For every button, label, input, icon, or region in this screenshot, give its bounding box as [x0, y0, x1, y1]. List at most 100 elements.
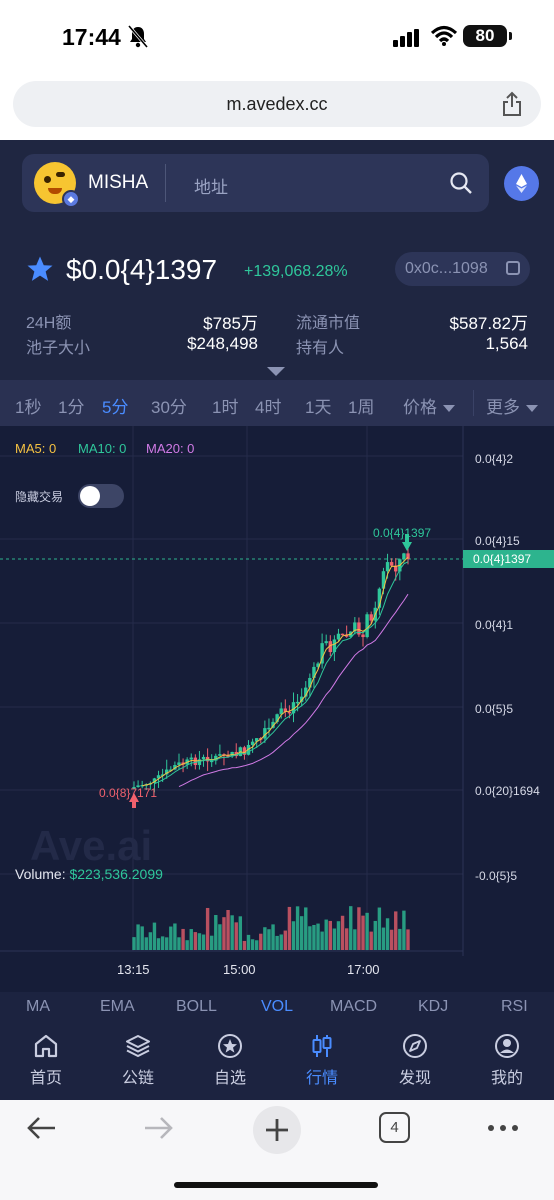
volume-bar — [185, 940, 189, 950]
copy-icon[interactable] — [506, 261, 520, 275]
volume-bar — [381, 927, 386, 950]
volume-bar — [201, 934, 206, 950]
volume-bar — [144, 937, 148, 950]
y-tick-label: 0.0{20}1694 — [475, 784, 540, 798]
tf-1h[interactable]: 1时 — [212, 393, 238, 418]
tf-5m[interactable]: 5分 — [102, 393, 128, 418]
volume-bar — [250, 939, 255, 950]
more-dots-icon[interactable] — [487, 1124, 519, 1132]
volume-bar — [189, 929, 193, 950]
price-section: $0.0{4}1397 +139,068.28% 0x0c...1098 24H… — [0, 226, 554, 357]
volume-bar — [299, 916, 304, 950]
candle-body — [218, 754, 222, 756]
volume-bar — [136, 924, 140, 950]
home-indicator — [174, 1182, 378, 1188]
share-icon[interactable] — [501, 91, 523, 117]
candle-body — [250, 741, 255, 745]
plus-icon — [266, 1119, 288, 1141]
indicator-kdj[interactable]: KDJ — [418, 998, 448, 1014]
volume-bar — [353, 929, 357, 950]
candle-body — [201, 756, 206, 760]
battery-indicator: 80 — [463, 25, 507, 47]
volume-bar — [336, 921, 341, 950]
more-menu[interactable]: 更多 — [486, 393, 538, 418]
nav-discover[interactable]: 发现 — [380, 1032, 450, 1088]
volume-bar — [308, 926, 312, 950]
indicator-ema[interactable]: EMA — [100, 998, 135, 1014]
forward-arrow-icon[interactable] — [143, 1114, 175, 1142]
expand-stats-caret-icon[interactable] — [267, 367, 285, 376]
stat-value-24h-volume: $785万 — [203, 314, 258, 333]
candle-body — [365, 614, 369, 638]
volume-bar — [263, 927, 267, 950]
volume-bar — [385, 918, 390, 950]
browser-toolbar: 4 — [0, 1100, 554, 1200]
volume-bar — [377, 907, 382, 950]
volume-bar — [165, 937, 169, 950]
chain-switch-button[interactable] — [504, 166, 539, 201]
hide-trades-toggle[interactable] — [78, 484, 124, 508]
candle-body — [340, 633, 345, 636]
token-avatar: ◆ — [34, 162, 80, 208]
compass-icon — [403, 1034, 427, 1058]
volume-bar — [398, 928, 402, 950]
ma20-label: MA20: 0 — [146, 441, 195, 456]
signal-icon — [393, 29, 419, 47]
volume-label: Volume: $223,536.2099 — [15, 866, 163, 882]
volume-bar — [344, 928, 349, 950]
candle-body — [193, 757, 198, 766]
contract-address-button[interactable]: 0x0c...1098 — [395, 252, 530, 286]
stat-label-circ-mcap: 流通市值 — [296, 315, 361, 332]
volume-bar — [181, 928, 185, 950]
volume-bar — [389, 929, 394, 950]
nav-market-label: 行情 — [305, 1070, 338, 1087]
tf-1w[interactable]: 1周 — [348, 393, 374, 418]
tf-1d[interactable]: 1天 — [305, 393, 331, 418]
volume-bar — [242, 940, 247, 950]
volume-bar — [222, 917, 226, 950]
nav-profile[interactable]: 我的 — [472, 1032, 542, 1088]
nav-home[interactable]: 首页 — [11, 1032, 81, 1088]
favorite-star-icon[interactable] — [25, 254, 55, 284]
indicator-vol[interactable]: VOL — [261, 998, 293, 1014]
tf-30m[interactable]: 30分 — [151, 393, 187, 418]
token-name: MISHA — [88, 172, 149, 193]
x-tick-label: 13:15 — [117, 962, 150, 977]
x-tick-label: 15:00 — [223, 962, 256, 977]
indicator-macd[interactable]: MACD — [330, 998, 377, 1014]
price-menu[interactable]: 价格 — [403, 393, 455, 418]
indicator-rsi[interactable]: RSI — [501, 998, 528, 1014]
address-search-input[interactable]: 地址 — [194, 173, 228, 198]
eth-chain-badge-icon: ◆ — [62, 190, 80, 208]
more-menu-label: 更多 — [486, 398, 520, 417]
tf-1s[interactable]: 1秒 — [15, 393, 41, 418]
volume-bar — [148, 932, 153, 950]
indicator-ma[interactable]: MA — [26, 998, 50, 1014]
nav-market[interactable]: 行情 — [287, 1032, 357, 1088]
volume-bar — [160, 936, 165, 950]
tf-4h[interactable]: 4时 — [255, 393, 281, 418]
indicator-boll[interactable]: BOLL — [176, 998, 217, 1014]
new-tab-button[interactable] — [253, 1106, 301, 1154]
back-arrow-icon[interactable] — [25, 1114, 57, 1142]
search-icon[interactable] — [449, 171, 473, 195]
candle-body — [287, 711, 292, 714]
nav-chains[interactable]: 公链 — [103, 1032, 173, 1088]
tabs-button[interactable]: 4 — [379, 1112, 410, 1143]
url-field[interactable]: m.avedex.cc — [13, 81, 541, 127]
volume-bar — [267, 929, 271, 950]
star-circle-icon — [218, 1034, 242, 1058]
nav-watchlist-label: 自选 — [213, 1070, 246, 1087]
volume-bar — [283, 930, 288, 950]
battery-tip — [509, 32, 512, 40]
chart-canvas[interactable] — [0, 426, 554, 992]
volume-bar — [312, 924, 316, 950]
candlestick-chart[interactable]: Ave.ai MA5: 0 MA10: 0 MA20: 0 隐藏交易 0.0{4… — [0, 426, 554, 992]
tf-1m[interactable]: 1分 — [58, 393, 84, 418]
volume-bar — [287, 906, 292, 950]
token-search-card[interactable]: ◆ MISHA 地址 — [22, 154, 489, 212]
volume-bar — [140, 926, 144, 950]
volume-bar — [394, 911, 398, 950]
nav-watchlist[interactable]: 自选 — [195, 1032, 265, 1088]
volume-bar — [279, 934, 283, 950]
